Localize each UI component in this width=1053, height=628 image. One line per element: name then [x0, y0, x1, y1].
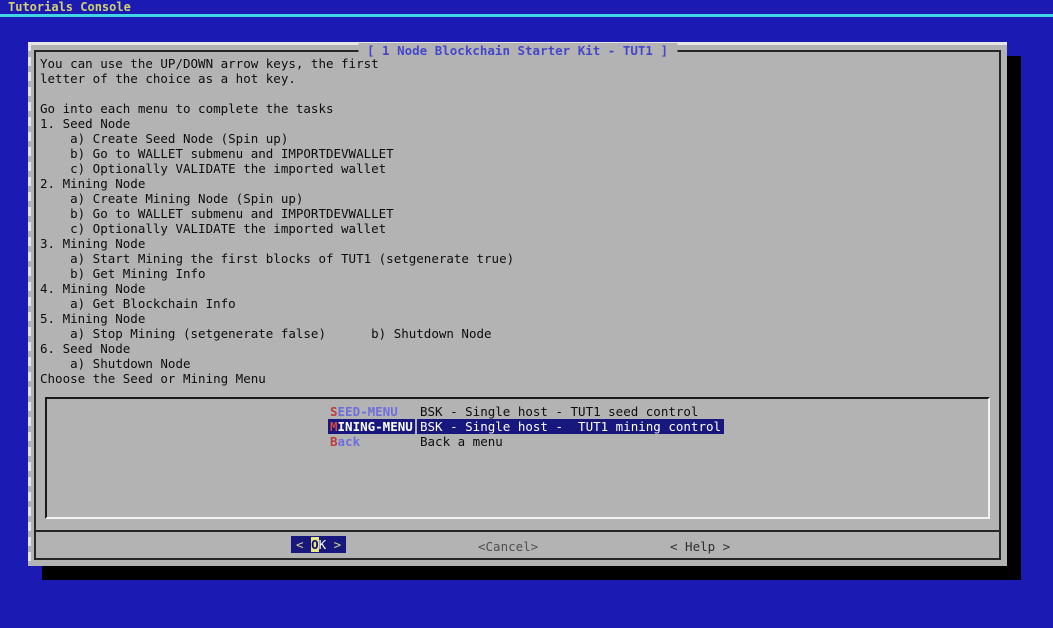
menu-item-back[interactable]: Back Back a menu	[47, 434, 988, 449]
ok-hotkey: O	[311, 537, 319, 552]
menu-hotkey: S	[330, 404, 338, 419]
menu-item-description: Back a menu	[417, 434, 506, 449]
menu-tag-text: ack	[338, 434, 361, 449]
console-title-bar: Tutorials Console	[0, 0, 1053, 14]
menu-item-seed-menu[interactable]: SEED-MENU BSK - Single host - TUT1 seed …	[47, 404, 988, 419]
whiptail-dialog: [ 1 Node Blockchain Starter Kit - TUT1 ]…	[28, 42, 1007, 566]
dialog-body-text: You can use the UP/DOWN arrow keys, the …	[40, 56, 514, 386]
menu-list-box: SEED-MENU BSK - Single host - TUT1 seed …	[45, 397, 990, 519]
menu-tag-text: EED-MENU	[338, 404, 398, 419]
ok-bracket-right: >	[326, 537, 341, 552]
cancel-button[interactable]: <Cancel>	[478, 539, 538, 554]
menu-item-description: BSK - Single host - TUT1 mining control	[417, 419, 724, 434]
dialog-left-highlight	[28, 42, 31, 566]
ok-label-rest: K	[319, 537, 327, 552]
title-bar-divider	[0, 14, 1053, 17]
menu-tag-column: SEED-MENU	[328, 404, 417, 419]
menu-tag: Back	[328, 434, 362, 449]
menu-tag: MINING-MENU	[328, 419, 415, 434]
menu-hotkey: M	[330, 419, 338, 434]
ok-button[interactable]: < OK >	[291, 536, 346, 553]
menu-tag-column: MINING-MENU	[328, 419, 417, 434]
menu-tag-text: INING-MENU	[338, 419, 413, 434]
console-title: Tutorials Console	[8, 0, 131, 14]
menu-item-description: BSK - Single host - TUT1 seed control	[417, 404, 701, 419]
ok-bracket-left: <	[296, 537, 311, 552]
menu-item-mining-menu[interactable]: MINING-MENU BSK - Single host - TUT1 min…	[47, 419, 988, 434]
help-button[interactable]: < Help >	[670, 539, 730, 554]
menu-tag-column: Back	[328, 434, 417, 449]
dialog-frame: [ 1 Node Blockchain Starter Kit - TUT1 ]…	[34, 50, 1001, 560]
menu-tag: SEED-MENU	[328, 404, 400, 419]
menu-hotkey: B	[330, 434, 338, 449]
dialog-button-strip: < OK > <Cancel> < Help >	[36, 530, 999, 558]
